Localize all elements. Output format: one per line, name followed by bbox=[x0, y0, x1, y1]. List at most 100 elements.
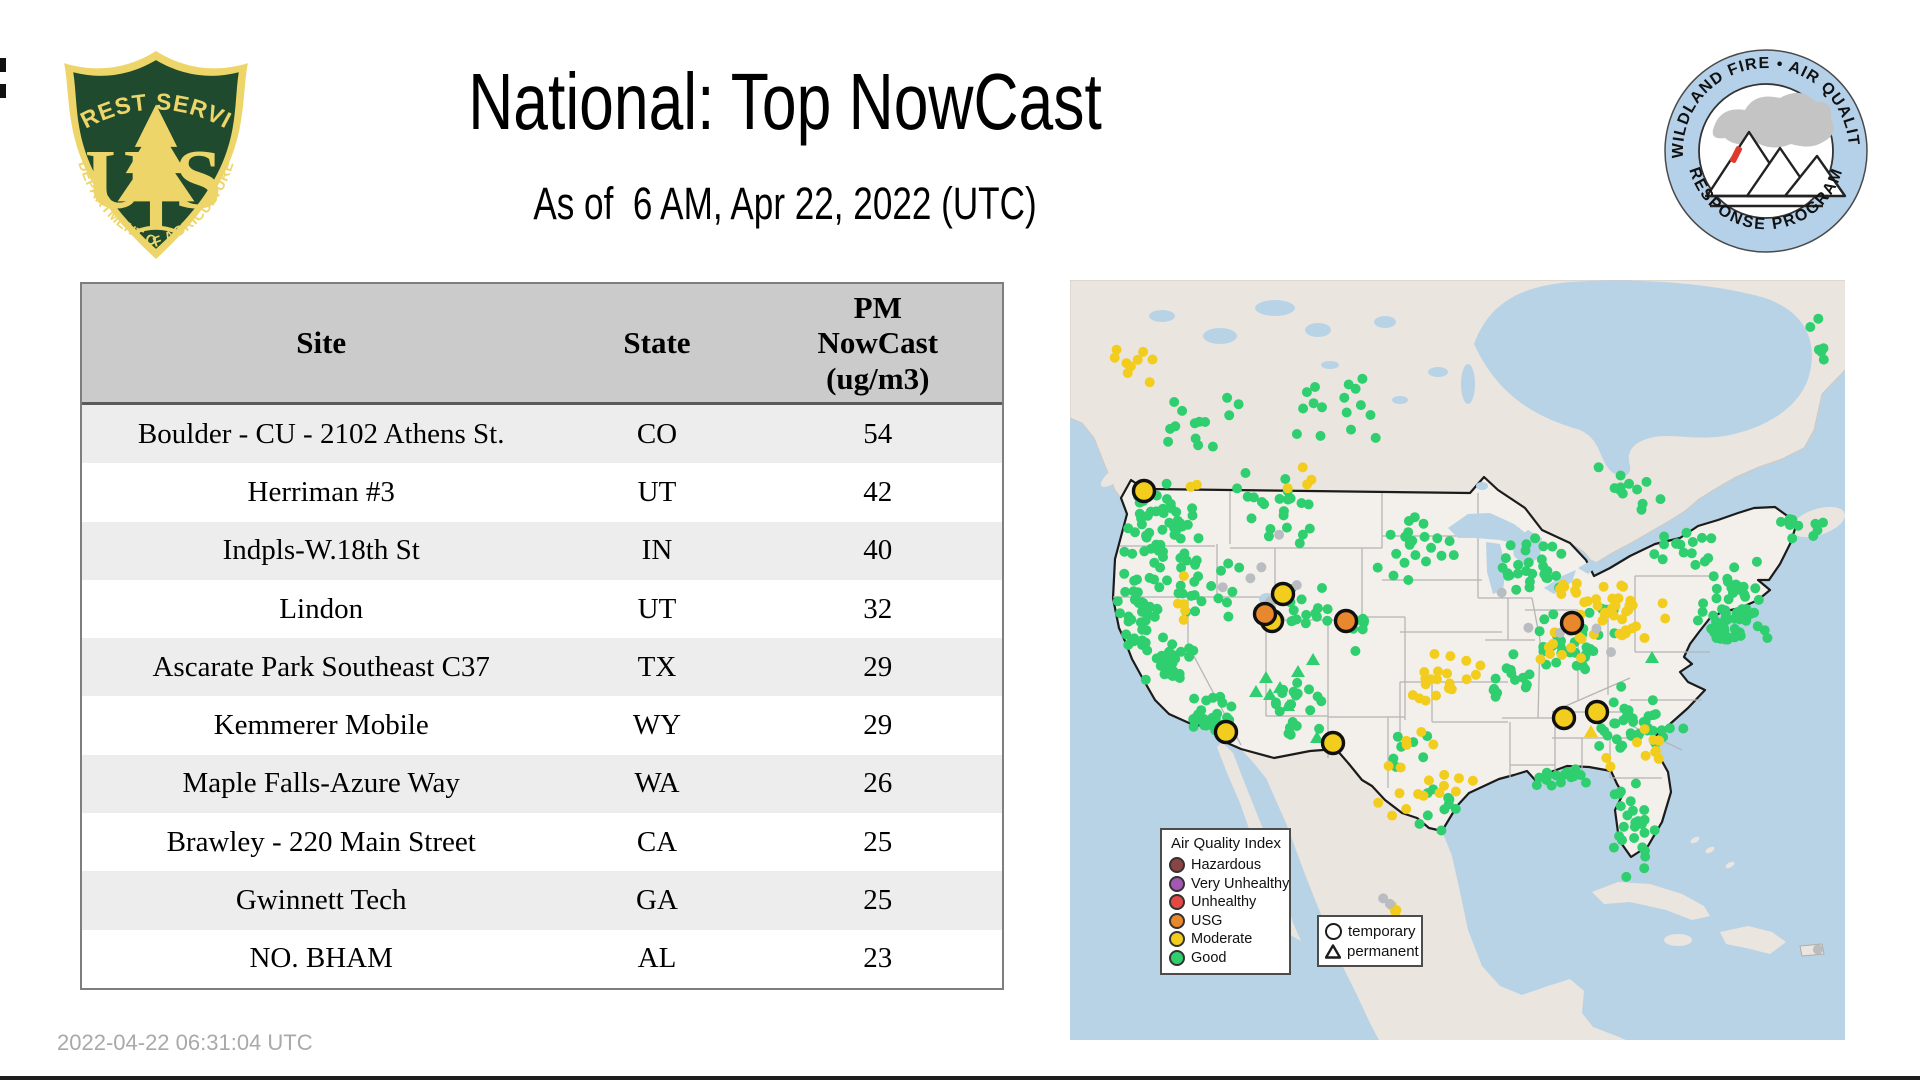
monitor-dot-good bbox=[1618, 821, 1629, 832]
highlight-marker-no-bham bbox=[1551, 705, 1577, 731]
aqi-color-swatch bbox=[1169, 857, 1185, 874]
cell-state: TX bbox=[637, 650, 677, 683]
forest-service-logo: FOREST SERVICE U S DEPARTMENT OF AGRICUL… bbox=[55, 48, 248, 259]
monitor-dot-moderate bbox=[1442, 668, 1453, 679]
aqi-color-swatch bbox=[1169, 949, 1185, 966]
monitor-dot-moderate bbox=[1407, 690, 1418, 701]
monitor-dot-good bbox=[1690, 559, 1701, 570]
lake bbox=[1428, 367, 1448, 377]
monitor-dot-good bbox=[1720, 609, 1731, 620]
monitor-dot-moderate bbox=[1185, 481, 1196, 492]
generation-timestamp: 2022-04-22 06:31:04 UTC bbox=[57, 1030, 313, 1055]
monitor-dot-good bbox=[1805, 322, 1816, 332]
monitor-dot-moderate bbox=[1423, 775, 1434, 786]
monitor-dot-good bbox=[1164, 517, 1175, 528]
monitor-dot-good bbox=[1165, 498, 1176, 509]
monitor-dot-moderate bbox=[1626, 598, 1637, 609]
monitor-dot-good bbox=[1153, 545, 1164, 556]
monitor-dot-good bbox=[1187, 503, 1198, 514]
table-row: Boulder - CU - 2102 Athens St. CO 54 bbox=[82, 405, 1002, 464]
column-header-state: State bbox=[623, 325, 691, 360]
monitor-dot-moderate bbox=[1111, 344, 1122, 355]
monitor-dot-good bbox=[1489, 683, 1500, 694]
monitor-dot-good bbox=[1304, 523, 1315, 534]
highlight-marker-herriman-3 bbox=[1252, 601, 1278, 627]
page-title: National: Top NowCast bbox=[468, 57, 1102, 146]
monitor-dot-good bbox=[1161, 478, 1172, 489]
monitor-dot-good bbox=[1687, 537, 1698, 547]
monitor-dot-good bbox=[1294, 538, 1305, 549]
highlight-marker-gwinnett-tech bbox=[1584, 699, 1610, 725]
cell-state: WY bbox=[632, 709, 682, 742]
cell-state: IN bbox=[641, 534, 673, 567]
monitor-dot-moderate bbox=[1535, 654, 1546, 665]
monitor-dot-good bbox=[1418, 518, 1429, 529]
monitor-dot-good bbox=[1392, 731, 1403, 742]
monitor-dot-good bbox=[1256, 497, 1267, 507]
cell-state: CO bbox=[636, 417, 678, 450]
monitor-dot-good bbox=[1189, 693, 1200, 704]
monitor-dot-moderate bbox=[1373, 797, 1384, 808]
monitor-dot-good bbox=[1639, 827, 1650, 838]
cell-value: 25 bbox=[863, 884, 893, 917]
cell-site: NO. BHAM bbox=[249, 942, 393, 975]
monitor-dot-good bbox=[1609, 718, 1620, 729]
monitor-dot-good bbox=[1707, 624, 1718, 635]
monitor-dot-other bbox=[1256, 562, 1267, 573]
cell-state: CA bbox=[636, 825, 678, 858]
monitor-dot-good bbox=[1698, 598, 1709, 609]
table-row: Kemmerer Mobile WY 29 bbox=[82, 696, 1002, 755]
monitor-dot-good bbox=[1630, 817, 1641, 828]
monitor-dot-good bbox=[1639, 863, 1650, 874]
monitor-dot-good bbox=[1119, 568, 1130, 579]
jamaica bbox=[1664, 934, 1692, 946]
monitor-dot-good bbox=[1734, 614, 1745, 625]
monitor-dot-moderate bbox=[1598, 581, 1609, 592]
monitor-dot-moderate bbox=[1576, 653, 1586, 663]
aqi-legend-label: Unhealthy bbox=[1191, 894, 1257, 911]
monitor-dot-good bbox=[1621, 871, 1632, 882]
monitor-dot-good bbox=[1215, 691, 1226, 702]
monitor-dot-good bbox=[1136, 519, 1147, 530]
monitor-dot-good bbox=[1524, 576, 1535, 587]
monitor-dot-good bbox=[1129, 575, 1140, 586]
monitor-dot-good bbox=[1370, 432, 1381, 443]
monitor-dot-good bbox=[1186, 590, 1197, 601]
monitor-dot-good bbox=[1189, 576, 1200, 587]
aqi-color-swatch bbox=[1169, 931, 1185, 948]
monitor-dot-good bbox=[1315, 430, 1326, 441]
monitor-dot-good bbox=[1752, 621, 1763, 632]
monitor-dot-good bbox=[1288, 615, 1299, 626]
monitor-dot-good bbox=[1308, 398, 1319, 409]
monitor-dot-good bbox=[1562, 767, 1572, 778]
monitor-dot-moderate bbox=[1579, 597, 1590, 608]
monitor-dot-good bbox=[1190, 433, 1201, 444]
monitor-dot-good bbox=[1426, 542, 1437, 553]
aqi-legend-item: Moderate bbox=[1169, 930, 1283, 949]
monitor-dot-good bbox=[1436, 550, 1447, 561]
monitor-dot-moderate bbox=[1401, 804, 1412, 814]
monitor-dot-good bbox=[1357, 624, 1368, 635]
aqi-legend-label: USG bbox=[1191, 912, 1223, 929]
monitor-dot-good bbox=[1223, 611, 1234, 622]
monitor-dot-good bbox=[1729, 562, 1740, 573]
monitor-dot-good bbox=[1317, 583, 1327, 593]
monitor-dot-good bbox=[1365, 410, 1376, 420]
monitor-dot-good bbox=[1618, 715, 1629, 726]
monitor-dot-good bbox=[1671, 538, 1682, 549]
monitor-dot-moderate bbox=[1640, 750, 1651, 761]
monitor-dot-good bbox=[1520, 545, 1531, 556]
monitor-dot-good bbox=[1127, 548, 1138, 559]
monitor-dot-good bbox=[1310, 382, 1320, 392]
lake bbox=[1149, 310, 1175, 322]
monitor-dot-good bbox=[1304, 684, 1314, 695]
cell-site: Gwinnett Tech bbox=[235, 884, 407, 917]
monitor-dot-moderate bbox=[1660, 613, 1671, 624]
monitor-dot-good bbox=[1190, 606, 1201, 617]
monitor-dot-good bbox=[1508, 649, 1519, 660]
monitor-dot-other bbox=[1217, 582, 1228, 593]
monitor-dot-moderate bbox=[1420, 695, 1431, 706]
monitor-dot-good bbox=[1751, 556, 1762, 567]
monitor-dot-moderate bbox=[1428, 739, 1439, 750]
monitor-dot-other bbox=[1591, 623, 1602, 634]
